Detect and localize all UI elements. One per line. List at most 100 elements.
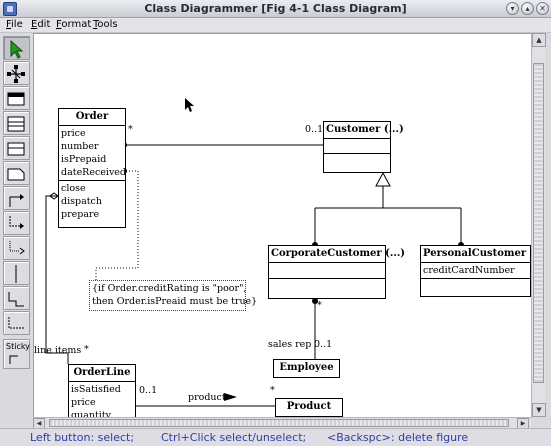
mult-orderline-side: 0..1 [139, 385, 158, 396]
generalization-icon [9, 216, 24, 229]
menu-edit-label: dit [37, 19, 51, 30]
status-backspace: <Backspc>: delete figure [327, 431, 469, 444]
attribute-price: price [71, 397, 96, 408]
window-title: Class Diagrammer [Fig 4-1 Class Diagram] [144, 2, 407, 15]
dashed-elbow-icon [8, 317, 24, 329]
sticky-label: Sticky [6, 342, 30, 351]
status-bar: Left button: select; Ctrl+Click select/u… [0, 428, 551, 446]
mult-customer-side: 0..1 [305, 124, 324, 135]
class-customer-attributes [324, 139, 390, 154]
class-corporate-operations [269, 279, 385, 296]
menu-tools-label: ools [97, 19, 118, 30]
vertical-scrollbar[interactable]: ▲ ▼ [531, 33, 546, 417]
class-personal-operations [421, 279, 530, 295]
class-product-name: Product [286, 401, 332, 412]
attribute-creditcardnumber: creditCardNumber [423, 265, 515, 276]
constraint-note[interactable]: {if Order.creditRating is "poor", then O… [89, 280, 257, 311]
association-icon [9, 194, 24, 207]
minimize-button[interactable]: ▾ [506, 2, 519, 15]
attribute-isprepaid: isPrepaid [61, 154, 107, 165]
class-simple-icon [7, 142, 25, 156]
note-tool[interactable] [3, 161, 30, 185]
class-simple-tool[interactable] [3, 136, 30, 160]
attribute-datereceived: dateReceived [61, 167, 127, 178]
menu-format[interactable]: Format [56, 19, 91, 30]
mouse-cursor-icon [185, 98, 194, 112]
generalization-tool[interactable] [3, 211, 30, 235]
class-customer-operations [324, 154, 390, 170]
mult-sales-rep: 0..1 [314, 339, 333, 350]
dashed-elbow-tool[interactable] [3, 311, 30, 335]
menu-file-label: ile [11, 19, 23, 30]
generalization-triangle[interactable] [375, 171, 391, 187]
class-personal-attributes: creditCardNumber [421, 263, 530, 279]
note-line-1: {if Order.creditRating is "poor", [92, 283, 247, 294]
diagram-canvas[interactable]: Order price number isPrepaid dateReceive… [33, 33, 531, 417]
status-ctrl-click: Ctrl+Click select/unselect; [161, 431, 307, 444]
vertical-scroll-thumb[interactable] [533, 63, 544, 383]
role-line-items: line items [34, 345, 82, 356]
operation-close: close [61, 183, 86, 194]
class-corporate-attributes [269, 263, 385, 279]
attribute-issatisfied: isSatisfied [71, 384, 121, 395]
vertical-line-tool[interactable] [3, 261, 30, 285]
dependency-icon [9, 241, 25, 255]
elbow-line-icon [8, 292, 24, 307]
mult-product: * [270, 385, 275, 396]
role-sales-rep: sales rep [268, 339, 312, 350]
association-tool[interactable] [3, 186, 30, 210]
scroll-down-arrow-icon[interactable]: ▼ [532, 403, 546, 417]
class-corporate-name: CorporateCustomer (...) [269, 246, 405, 263]
move-nodes-icon [7, 65, 25, 83]
operation-prepare: prepare [61, 209, 100, 220]
menu-edit[interactable]: Edit [31, 19, 50, 30]
close-button[interactable]: ✕ [536, 2, 549, 15]
class-box-tool[interactable] [3, 86, 30, 110]
class-corporate-customer[interactable]: CorporateCustomer (...) [268, 245, 405, 299]
title-bar[interactable]: Class Diagrammer [Fig 4-1 Class Diagram]… [0, 0, 551, 18]
sticky-toggle[interactable]: Sticky [3, 339, 30, 369]
class-customer[interactable]: Customer (...) [323, 121, 404, 173]
scroll-up-arrow-icon[interactable]: ▲ [532, 33, 546, 47]
class-product[interactable]: Product [275, 398, 343, 417]
select-arrow-icon [10, 39, 24, 59]
class-order[interactable]: Order price number isPrepaid dateReceive… [58, 108, 126, 228]
horizontal-scrollbar[interactable]: ◀ ▶ [33, 417, 531, 429]
sticky-icon [9, 355, 18, 364]
class-box-icon [7, 92, 25, 106]
move-nodes-tool[interactable] [3, 61, 30, 85]
class-order-name: Order [59, 109, 125, 126]
class-orderline[interactable]: OrderLine isSatisfied price quantity [68, 364, 136, 417]
menu-format-label: ormat [61, 19, 92, 30]
horizontal-scroll-thumb[interactable] [49, 419, 509, 427]
class-order-attributes: price number isPrepaid dateReceived [59, 126, 127, 181]
mult-order-side: * [128, 124, 133, 135]
attribute-number: number [61, 141, 99, 152]
note-icon [7, 168, 25, 181]
class-customer-name: Customer (...) [324, 122, 404, 139]
mult-corporate-side: * [317, 300, 322, 311]
menu-tools[interactable]: Tools [93, 19, 118, 30]
attribute-quantity: quantity [71, 410, 112, 417]
note-line-2: then Order.isPreaid must be true} [92, 296, 258, 307]
attribute-price: price [61, 128, 86, 139]
toolbox: Sticky [3, 36, 30, 372]
dependency-tool[interactable] [3, 236, 30, 260]
class-personal-customer[interactable]: PersonalCustomer (...) creditCardNumber [420, 245, 531, 297]
role-product: product [188, 392, 226, 403]
maximize-button[interactable]: ▴ [521, 2, 534, 15]
class-compartments-icon [7, 116, 25, 132]
vertical-line-icon [15, 265, 17, 283]
menu-file[interactable]: File [6, 19, 23, 30]
operation-dispatch: dispatch [61, 196, 102, 207]
class-compartments-tool[interactable] [3, 111, 30, 135]
menu-bar: File Edit Format Tools [0, 18, 551, 33]
class-orderline-attributes: isSatisfied price quantity [69, 382, 135, 417]
class-employee[interactable]: Employee [273, 359, 340, 378]
class-employee-name: Employee [279, 362, 334, 373]
status-left-button: Left button: select; [30, 431, 135, 444]
select-tool[interactable] [3, 36, 30, 60]
class-order-operations: close dispatch prepare [59, 181, 125, 222]
elbow-line-tool[interactable] [3, 286, 30, 310]
class-orderline-name: OrderLine [69, 365, 135, 382]
